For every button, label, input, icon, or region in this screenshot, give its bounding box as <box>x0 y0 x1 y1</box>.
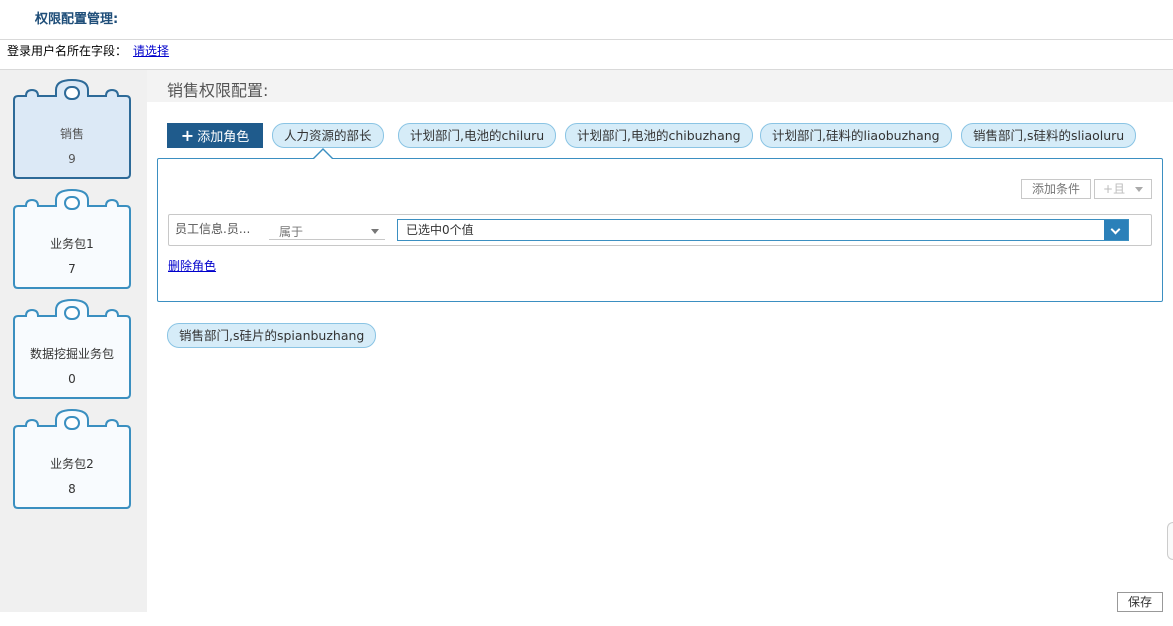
package-item-1[interactable]: 业务包1 7 <box>12 188 132 298</box>
role-tab-sales-sliaoluru[interactable]: 销售部门,s硅料的sliaoluru <box>961 123 1137 148</box>
package-count: 0 <box>68 372 76 386</box>
add-role-button[interactable]: + 添加角色 <box>167 123 263 148</box>
chevron-down-icon <box>371 229 379 234</box>
panel-caret-inner <box>314 150 332 159</box>
operator-select[interactable]: 属于 <box>269 223 385 240</box>
operator-value: 属于 <box>279 225 304 239</box>
and-label: +且 <box>1103 182 1126 196</box>
package-name: 销售 <box>59 127 84 141</box>
plus-icon: + <box>180 126 195 145</box>
package-item-2[interactable]: 业务包2 8 <box>12 408 132 518</box>
dropdown-toggle-button[interactable] <box>1104 220 1128 240</box>
value-select[interactable]: 已选中0个值 <box>397 219 1129 241</box>
select-login-field-link[interactable]: 请选择 <box>133 44 169 58</box>
role-tab-plan-battery-chibuzhang[interactable]: 计划部门,电池的chibuzhang <box>565 123 753 148</box>
condition-field-label: 员工信息.员... <box>175 222 251 236</box>
package-item-sales[interactable]: 销售 9 <box>12 78 132 188</box>
package-item-data-mining[interactable]: 数据挖掘业务包 0 <box>12 298 132 408</box>
package-count: 8 <box>68 482 76 496</box>
package-name: 数据挖掘业务包 <box>29 347 114 361</box>
add-condition-button[interactable]: 添加条件 <box>1021 179 1091 199</box>
delete-role-link[interactable]: 删除角色 <box>168 257 216 274</box>
page-title: 权限配置管理: <box>35 12 119 27</box>
role-tab-plan-silicon-liaobuzhang[interactable]: 计划部门,硅料的liaobuzhang <box>760 123 952 148</box>
chevron-down-icon <box>1110 224 1121 235</box>
package-count: 9 <box>68 152 76 166</box>
chevron-down-icon <box>1134 187 1143 192</box>
section-title: 销售权限配置: <box>167 81 269 100</box>
login-field-label: 登录用户名所在字段： <box>7 44 128 58</box>
title-bar: 权限配置管理: <box>0 0 1173 40</box>
and-condition-dropdown[interactable]: +且 <box>1094 179 1152 199</box>
package-name: 业务包1 <box>50 237 94 251</box>
package-count: 7 <box>68 262 76 276</box>
role-tab-hr-minister[interactable]: 人力资源的部长 <box>272 123 384 148</box>
value-select-text: 已选中0个值 <box>406 223 474 237</box>
add-role-label: 添加角色 <box>197 130 250 145</box>
package-name: 业务包2 <box>50 457 94 471</box>
side-scroll-handle[interactable] <box>1167 522 1173 560</box>
save-button[interactable]: 保存 <box>1117 592 1163 612</box>
role-tab-plan-battery-chiluru[interactable]: 计划部门,电池的chiluru <box>398 123 557 148</box>
role-tab-sales-spianbuzhang[interactable]: 销售部门,s硅片的spianbuzhang <box>167 323 377 348</box>
condition-row: 员工信息.员... 属于 已选中0个值 <box>168 214 1152 246</box>
login-field-row: 登录用户名所在字段： 请选择 <box>7 42 169 59</box>
package-sidebar: 销售 9 业务包1 7 数据挖掘业务包 0 业务包2 8 <box>0 70 147 612</box>
section-header: 销售权限配置: <box>147 70 1173 102</box>
